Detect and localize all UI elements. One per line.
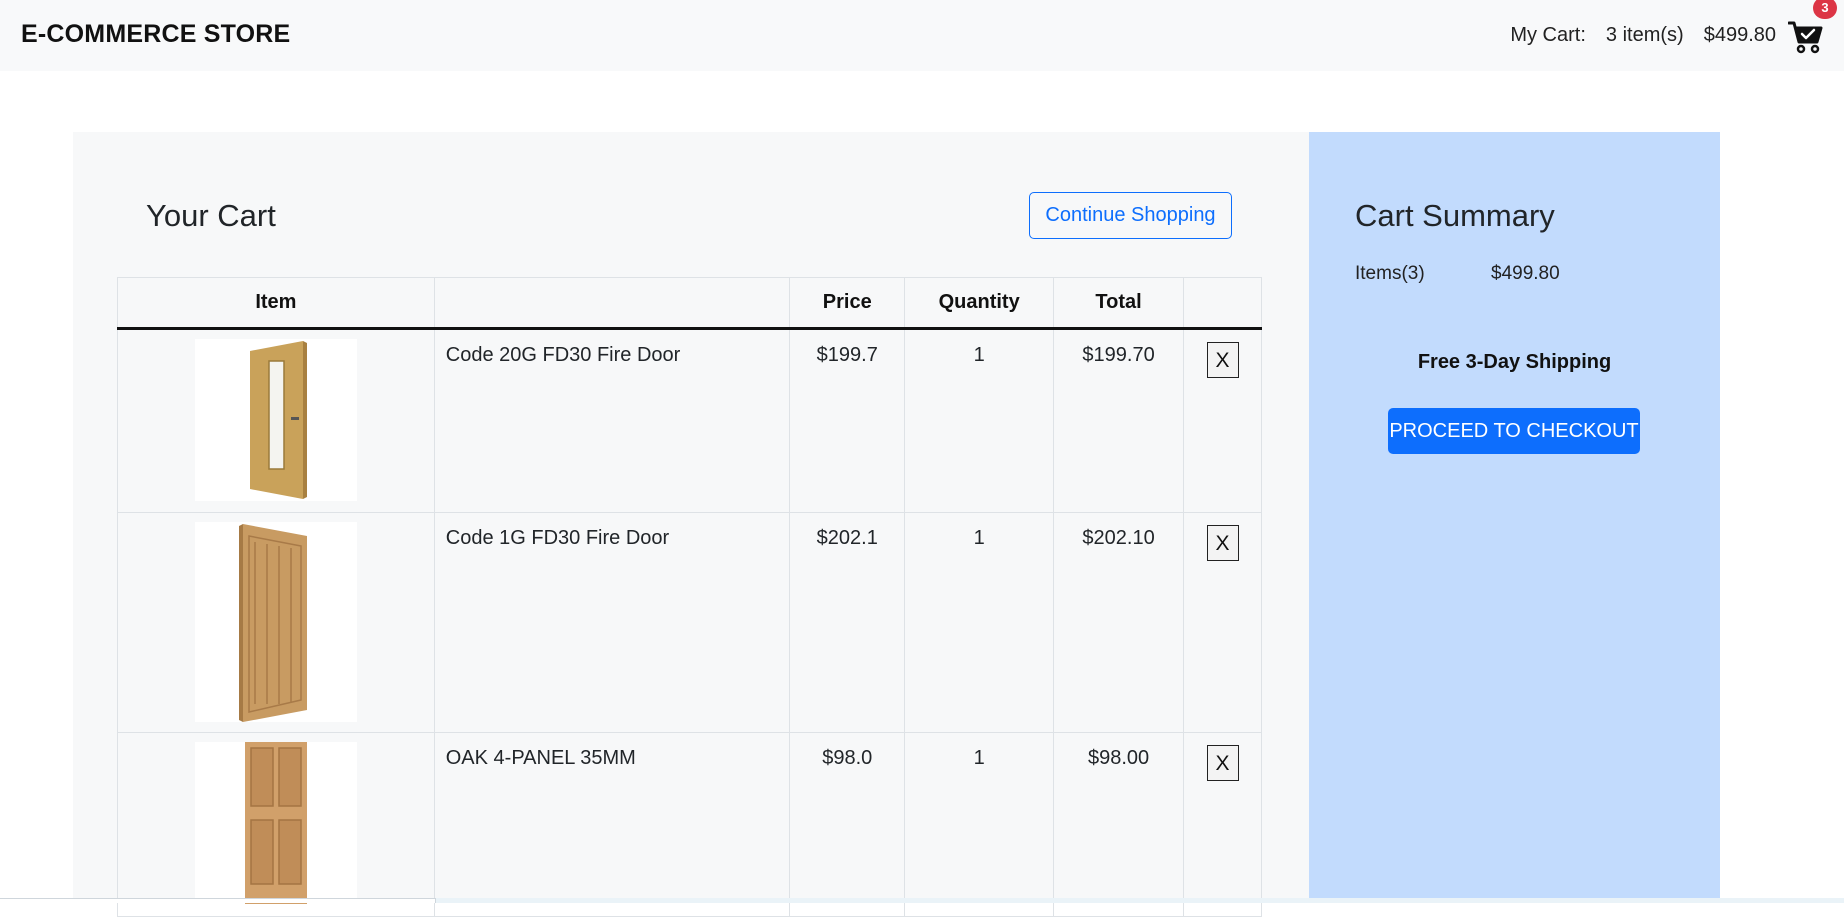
remove-cell: X (1183, 328, 1262, 513)
column-header-remove (1183, 277, 1262, 330)
mini-cart-total: $499.80 (1703, 24, 1776, 46)
item-price: $98.0 (789, 732, 906, 917)
item-total: $98.00 (1053, 732, 1185, 917)
item-image-cell (117, 328, 435, 513)
scrollbar-thumb[interactable] (0, 898, 436, 903)
item-total: $199.70 (1053, 328, 1185, 513)
table-row: OAK 4-PANEL 35MM $98.0 1 $98.00 X (117, 732, 1262, 917)
item-quantity: 1 (904, 732, 1055, 917)
column-header-item: Item (117, 277, 435, 330)
remove-item-button[interactable]: X (1206, 342, 1239, 378)
shopping-cart-icon (1788, 21, 1823, 54)
shipping-note: Free 3-Day Shipping (1417, 351, 1612, 373)
table-row: Code 20G FD30 Fire Door $199.7 1 $199.70… (117, 328, 1262, 513)
column-header-price: Price (789, 277, 906, 330)
cart-title: Your Cart (146, 198, 276, 233)
glazed-fire-door-image[interactable] (194, 339, 357, 501)
item-price: $199.7 (789, 328, 906, 513)
item-name[interactable]: OAK 4-PANEL 35MM (433, 732, 791, 917)
remove-cell: X (1183, 512, 1262, 733)
summary-items-label: Items(3) (1355, 263, 1425, 284)
cart-button[interactable]: 3 (1784, 0, 1844, 71)
item-image-cell (117, 732, 435, 917)
item-quantity: 1 (904, 328, 1055, 513)
item-name[interactable]: Code 20G FD30 Fire Door (433, 328, 791, 513)
table-row: Code 1G FD30 Fire Door $202.1 1 $202.10 … (117, 512, 1262, 733)
item-image-cell (117, 512, 435, 733)
cart-count-badge: 3 (1813, 0, 1837, 19)
remove-item-button[interactable]: X (1206, 745, 1239, 781)
remove-item-button[interactable]: X (1206, 525, 1239, 561)
store-brand[interactable]: E-COMMERCE STORE (21, 20, 290, 49)
cart-table: Item Price Quantity Total Code 20G FD30 … (117, 277, 1262, 917)
cart-summary-panel: Cart Summary Items(3) $499.80 Free 3-Day… (1309, 132, 1720, 903)
table-header-row: Item Price Quantity Total (117, 277, 1262, 330)
mini-cart-label: My Cart: (1510, 24, 1586, 46)
proceed-to-checkout-button[interactable]: PROCEED TO CHECKOUT (1388, 408, 1640, 454)
mini-cart: My Cart: 3 item(s) $499.80 3 (1510, 0, 1844, 71)
cart-panel: Your Cart Continue Shopping Item Price Q… (73, 132, 1309, 917)
item-quantity: 1 (904, 512, 1055, 733)
oak-grooved-door-image[interactable] (194, 522, 357, 722)
top-navbar: E-COMMERCE STORE My Cart: 3 item(s) $499… (0, 0, 1844, 71)
item-price: $202.1 (789, 512, 906, 733)
summary-title: Cart Summary (1355, 198, 1555, 233)
remove-cell: X (1183, 732, 1262, 917)
mini-cart-count: 3 item(s) (1605, 24, 1684, 46)
column-header-quantity: Quantity (904, 277, 1055, 330)
column-header-total: Total (1053, 277, 1185, 330)
item-total: $202.10 (1053, 512, 1185, 733)
oak-four-panel-door-image[interactable] (194, 742, 357, 904)
summary-items-total: $499.80 (1491, 263, 1560, 284)
column-header-name (433, 277, 791, 330)
item-name[interactable]: Code 1G FD30 Fire Door (433, 512, 791, 733)
continue-shopping-button[interactable]: Continue Shopping (1029, 192, 1232, 239)
